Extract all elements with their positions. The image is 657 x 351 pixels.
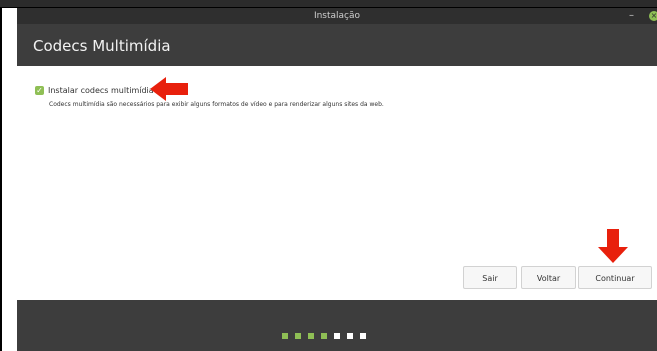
footer-bar	[17, 300, 657, 351]
install-codecs-checkbox[interactable]: ✓	[35, 86, 44, 95]
back-button[interactable]: Voltar	[521, 266, 576, 289]
progress-step-dot	[308, 333, 314, 339]
progress-step-dot	[282, 333, 288, 339]
continue-button[interactable]: Continuar	[578, 266, 652, 289]
quit-button[interactable]: Sair	[463, 266, 517, 289]
progress-step-dot	[360, 333, 366, 339]
progress-step-dot	[334, 333, 340, 339]
step-progress	[282, 333, 366, 339]
page-header: Codecs Multimídia	[17, 24, 657, 66]
annotation-arrow-down-icon	[598, 229, 628, 263]
close-button[interactable]: ×	[649, 11, 657, 21]
minimize-button[interactable]: –	[629, 8, 634, 24]
progress-step-dot	[321, 333, 327, 339]
option-description: Codecs multimídia são necessários para e…	[49, 101, 384, 108]
titlebar: Instalação – ×	[17, 8, 657, 24]
checkmark-icon: ✓	[36, 86, 43, 95]
progress-step-dot	[347, 333, 353, 339]
progress-step-dot	[295, 333, 301, 339]
window-title: Instalação	[313, 11, 361, 21]
screen-border	[0, 0, 2, 351]
main-content: ✓ Instalar codecs multimídia Codecs mult…	[17, 66, 657, 297]
background-window-edge	[0, 0, 657, 8]
install-codecs-option[interactable]: ✓ Instalar codecs multimídia	[35, 86, 154, 95]
annotation-arrow-left-icon	[150, 77, 188, 101]
install-codecs-label[interactable]: Instalar codecs multimídia	[48, 86, 154, 95]
installer-window: Instalação – × Codecs Multimídia ✓ Insta…	[17, 8, 657, 351]
page-title: Codecs Multimídia	[33, 37, 171, 55]
